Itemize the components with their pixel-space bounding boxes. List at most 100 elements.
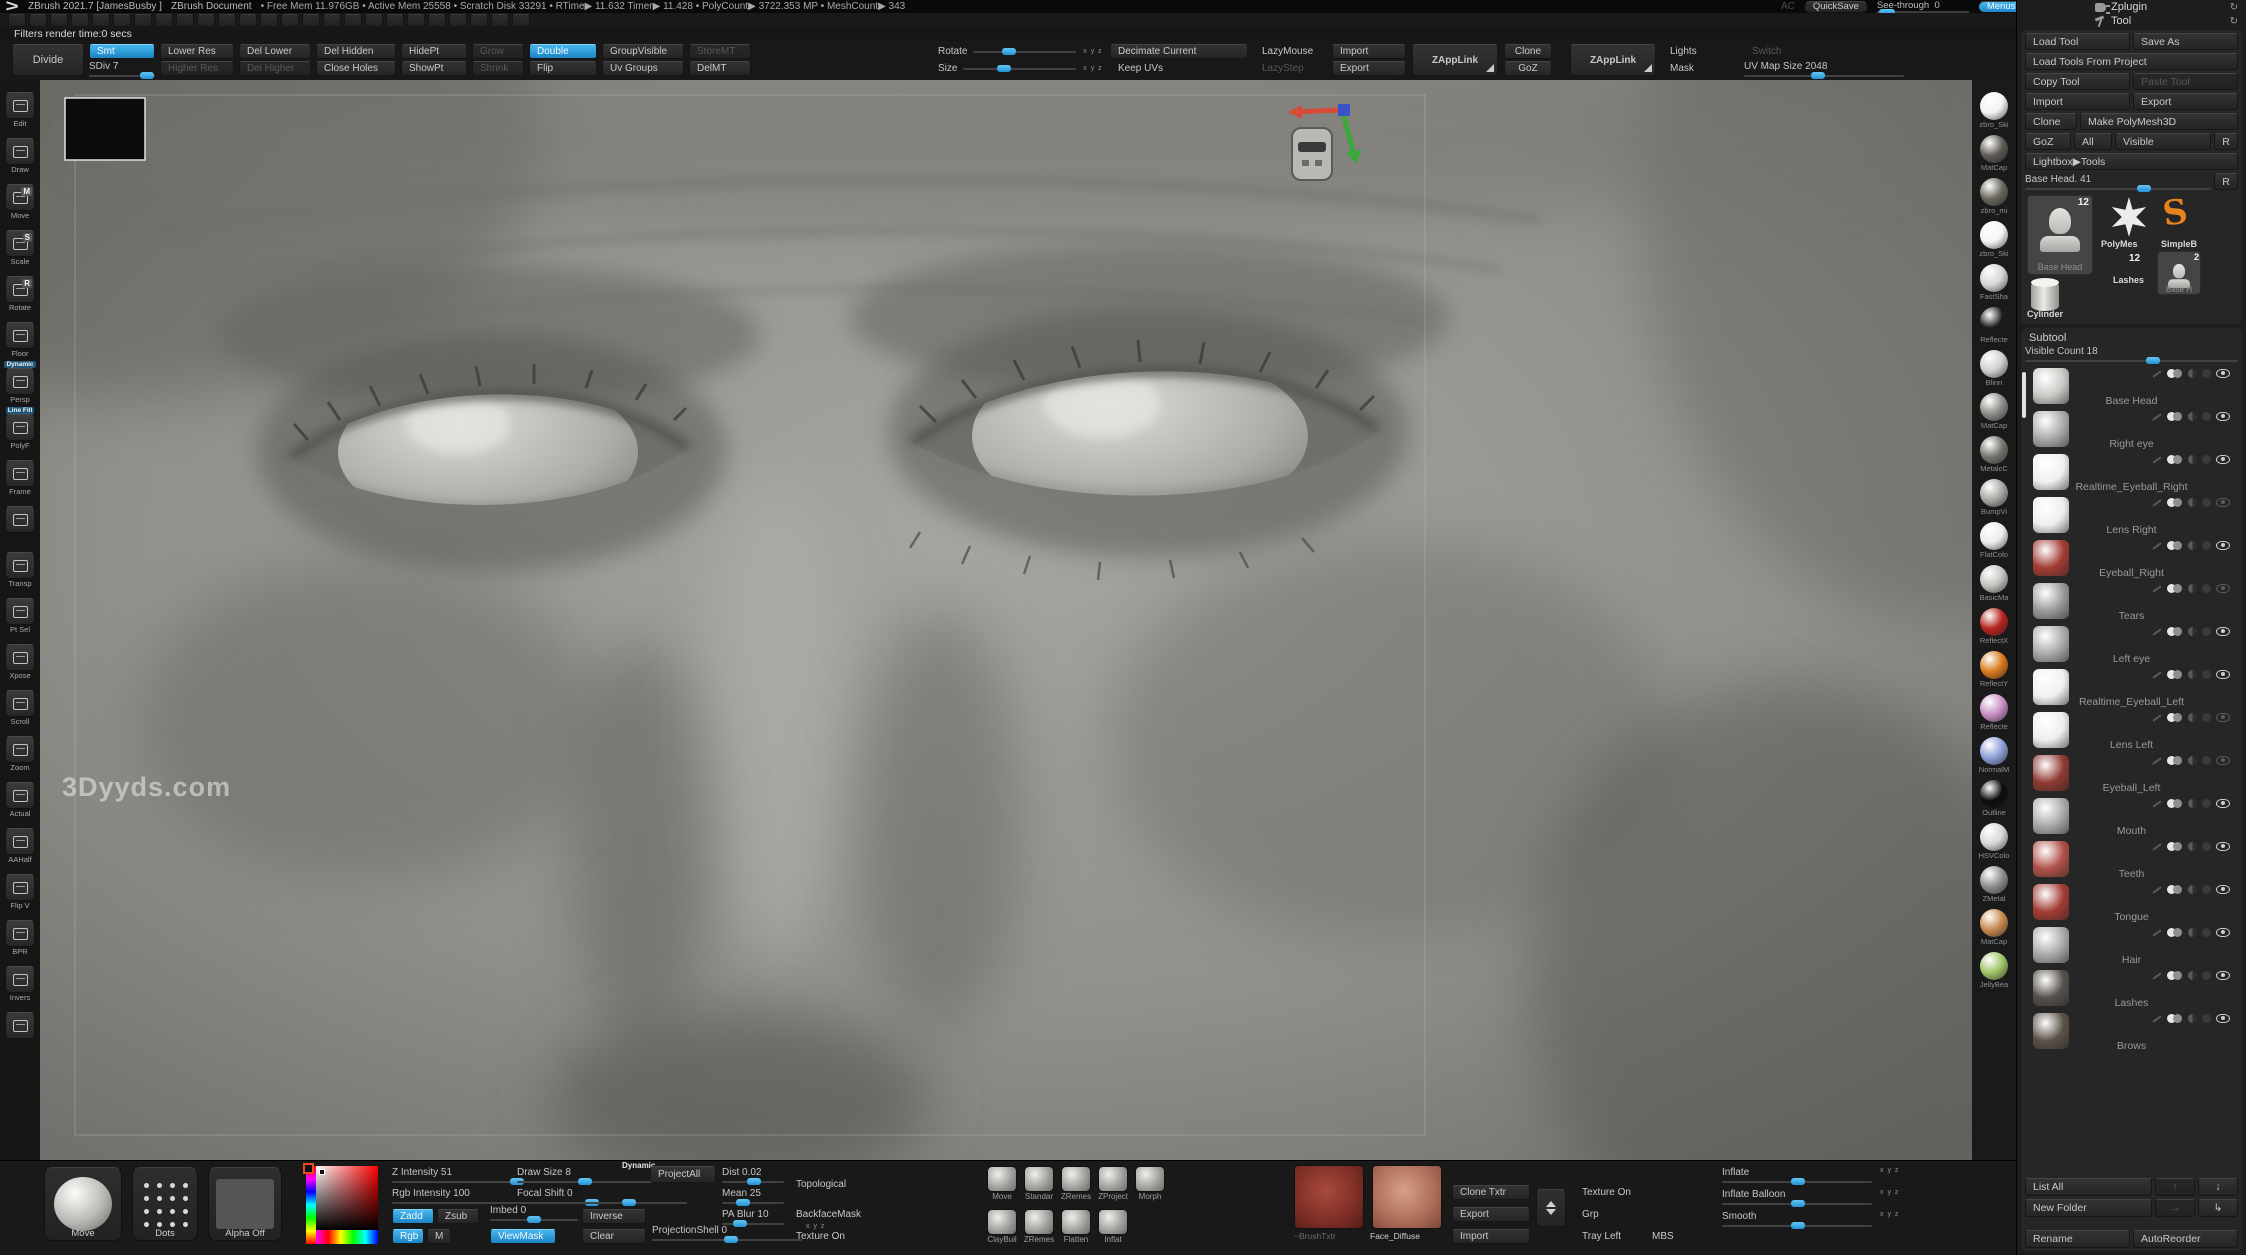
material-item[interactable]: FlatColo (1977, 520, 2011, 561)
brush-toggle-icon[interactable] (2202, 412, 2211, 421)
current-stroke-thumb[interactable]: Dots (132, 1167, 198, 1241)
visible-count-slider[interactable]: Visible Count 18 (2025, 346, 2238, 362)
sculpt-toggle-icon[interactable] (2152, 800, 2161, 807)
subtool-row[interactable]: Brows Brows (2025, 1010, 2238, 1053)
hue-strip-vertical[interactable] (306, 1166, 316, 1244)
sculpt-toggle-icon[interactable] (2152, 1015, 2161, 1022)
subtool-row[interactable]: Mouth 2 Mouth (2025, 795, 2238, 838)
polypaint-toggle-icon[interactable] (2167, 584, 2183, 593)
clone-button[interactable]: Clone (1504, 44, 1552, 59)
tool-refresh-icon[interactable]: ↻ (2230, 16, 2238, 27)
uv-toggle-icon[interactable] (2188, 541, 2197, 550)
visibility-eye-icon[interactable] (2216, 756, 2230, 765)
list-all-button[interactable]: List All (2025, 1178, 2152, 1196)
size-slider[interactable]: Size (938, 61, 1076, 76)
brush-thumb[interactable]: Morph (1133, 1166, 1167, 1201)
dock-item[interactable]: Actual (1, 775, 39, 818)
pa-blur-slider[interactable]: PA Blur 10 (722, 1209, 784, 1225)
uv-toggle-icon[interactable] (2188, 498, 2197, 507)
inflate-axis-marks[interactable]: x y z (1880, 1167, 1899, 1174)
brush-thumb[interactable]: ZRemes (1059, 1166, 1093, 1201)
dock-item[interactable]: Pt Sel (1, 591, 39, 634)
dock-item[interactable]: M Move (1, 177, 39, 220)
brush-thumb[interactable]: Move (985, 1166, 1019, 1201)
load-tool-button[interactable]: Load Tool (2025, 33, 2130, 50)
mean-slider[interactable]: Mean 25 (722, 1188, 784, 1204)
color-picker[interactable] (306, 1166, 378, 1244)
brush-thumb[interactable]: Standar (1022, 1166, 1056, 1201)
polypaint-toggle-icon[interactable] (2167, 885, 2183, 894)
visibility-eye-icon[interactable] (2216, 584, 2230, 593)
menu-item[interactable] (176, 14, 194, 27)
tool-thumb-simple-brush[interactable]: S (2163, 193, 2188, 233)
subtool-row[interactable]: Left eye 3 Left eye (2025, 623, 2238, 666)
visibility-eye-icon[interactable] (2216, 928, 2230, 937)
subtool-title[interactable]: Subtool (2025, 331, 2238, 346)
sculpt-toggle-icon[interactable] (2152, 929, 2161, 936)
uv-groups-button[interactable]: Uv Groups (602, 61, 684, 76)
subtool-row[interactable]: Tears Tears (2025, 580, 2238, 623)
sculpt-toggle-icon[interactable] (2152, 542, 2161, 549)
visibility-eye-icon[interactable] (2216, 842, 2230, 851)
uv-toggle-icon[interactable] (2188, 627, 2197, 636)
goz-r-button[interactable]: R (2214, 133, 2238, 150)
subtool-row[interactable]: Realtime_Eyeball_Right Realtime_Eyeball_… (2025, 451, 2238, 494)
texture-on-button[interactable]: Texture On (1574, 1185, 1654, 1200)
brush-toggle-icon[interactable] (2202, 756, 2211, 765)
clear-button[interactable]: Clear (582, 1229, 646, 1244)
polypaint-toggle-icon[interactable] (2167, 369, 2183, 378)
uv-toggle-icon[interactable] (2188, 670, 2197, 679)
menu-item[interactable] (407, 14, 425, 27)
material-item[interactable]: HSVColo (1976, 821, 2013, 862)
saturation-value-square[interactable] (316, 1166, 378, 1230)
dock-item[interactable]: Line Fill PolyF (1, 407, 39, 450)
material-item[interactable]: MetalcC (1977, 434, 2011, 475)
flip-texture-icon[interactable] (1536, 1189, 1566, 1227)
goz-button[interactable]: GoZ (1504, 61, 1552, 76)
tool-header[interactable]: Tool ↻ (2017, 14, 2246, 28)
mask-button[interactable]: Mask (1662, 61, 1738, 76)
menu-item[interactable] (113, 14, 131, 27)
polypaint-toggle-icon[interactable] (2167, 928, 2183, 937)
dock-item[interactable]: Flip V (1, 867, 39, 910)
brush-toggle-icon[interactable] (2202, 885, 2211, 894)
material-item[interactable]: Reflecte (1977, 692, 2011, 733)
sculpt-toggle-icon[interactable] (2152, 499, 2161, 506)
load-tools-from-project-button[interactable]: Load Tools From Project (2025, 53, 2238, 70)
imbed-slider[interactable]: Imbed 0 (490, 1205, 578, 1221)
smooth-axis-marks[interactable]: x y z (1880, 1211, 1899, 1218)
polypaint-toggle-icon[interactable] (2167, 756, 2183, 765)
material-item[interactable]: ReflectY (1977, 649, 2011, 690)
visibility-eye-icon[interactable] (2216, 799, 2230, 808)
menu-item[interactable] (71, 14, 89, 27)
delmt-button[interactable]: DelMT (689, 61, 751, 76)
dock-item[interactable]: BPR (1, 913, 39, 956)
tool-r-button[interactable]: R (2214, 173, 2238, 190)
divide-button[interactable]: Divide (12, 44, 84, 76)
menu-item[interactable] (92, 14, 110, 27)
material-item[interactable]: NormalM (1976, 735, 2012, 776)
dock-item[interactable]: Frame (1, 453, 39, 496)
material-item[interactable]: zbro_mi (1977, 176, 2011, 217)
sculpt-toggle-icon[interactable] (2152, 757, 2161, 764)
uv-toggle-icon[interactable] (2188, 369, 2197, 378)
import-tool-button[interactable]: Import (2025, 93, 2130, 110)
rotate-axis-marks[interactable]: x y z (1083, 44, 1102, 59)
lazymouse-button[interactable]: LazyMouse (1254, 44, 1326, 59)
sculpt-toggle-icon[interactable] (2152, 671, 2161, 678)
inflate-balloon-slider[interactable]: Inflate Balloon (1722, 1189, 1872, 1205)
material-item[interactable]: Outline (1977, 778, 2011, 819)
uv-map-size-slider[interactable]: UV Map Size 2048 (1744, 61, 1904, 76)
menu-item[interactable] (323, 14, 341, 27)
sculpt-canvas[interactable]: 3Dyyds.com (40, 80, 1972, 1160)
material-item[interactable]: FastSha (1977, 262, 2011, 303)
menu-item[interactable] (8, 14, 26, 27)
brush-thumb[interactable]: ClayBuil (985, 1209, 1019, 1244)
menu-item[interactable] (344, 14, 362, 27)
sculpt-toggle-icon[interactable] (2152, 972, 2161, 979)
uv-toggle-icon[interactable] (2188, 713, 2197, 722)
import-texture-button[interactable]: Import (1452, 1229, 1530, 1244)
subtool-row[interactable]: Lens Right Lens Right (2025, 494, 2238, 537)
dock-item[interactable]: R Rotate (1, 269, 39, 312)
brush-toggle-icon[interactable] (2202, 842, 2211, 851)
